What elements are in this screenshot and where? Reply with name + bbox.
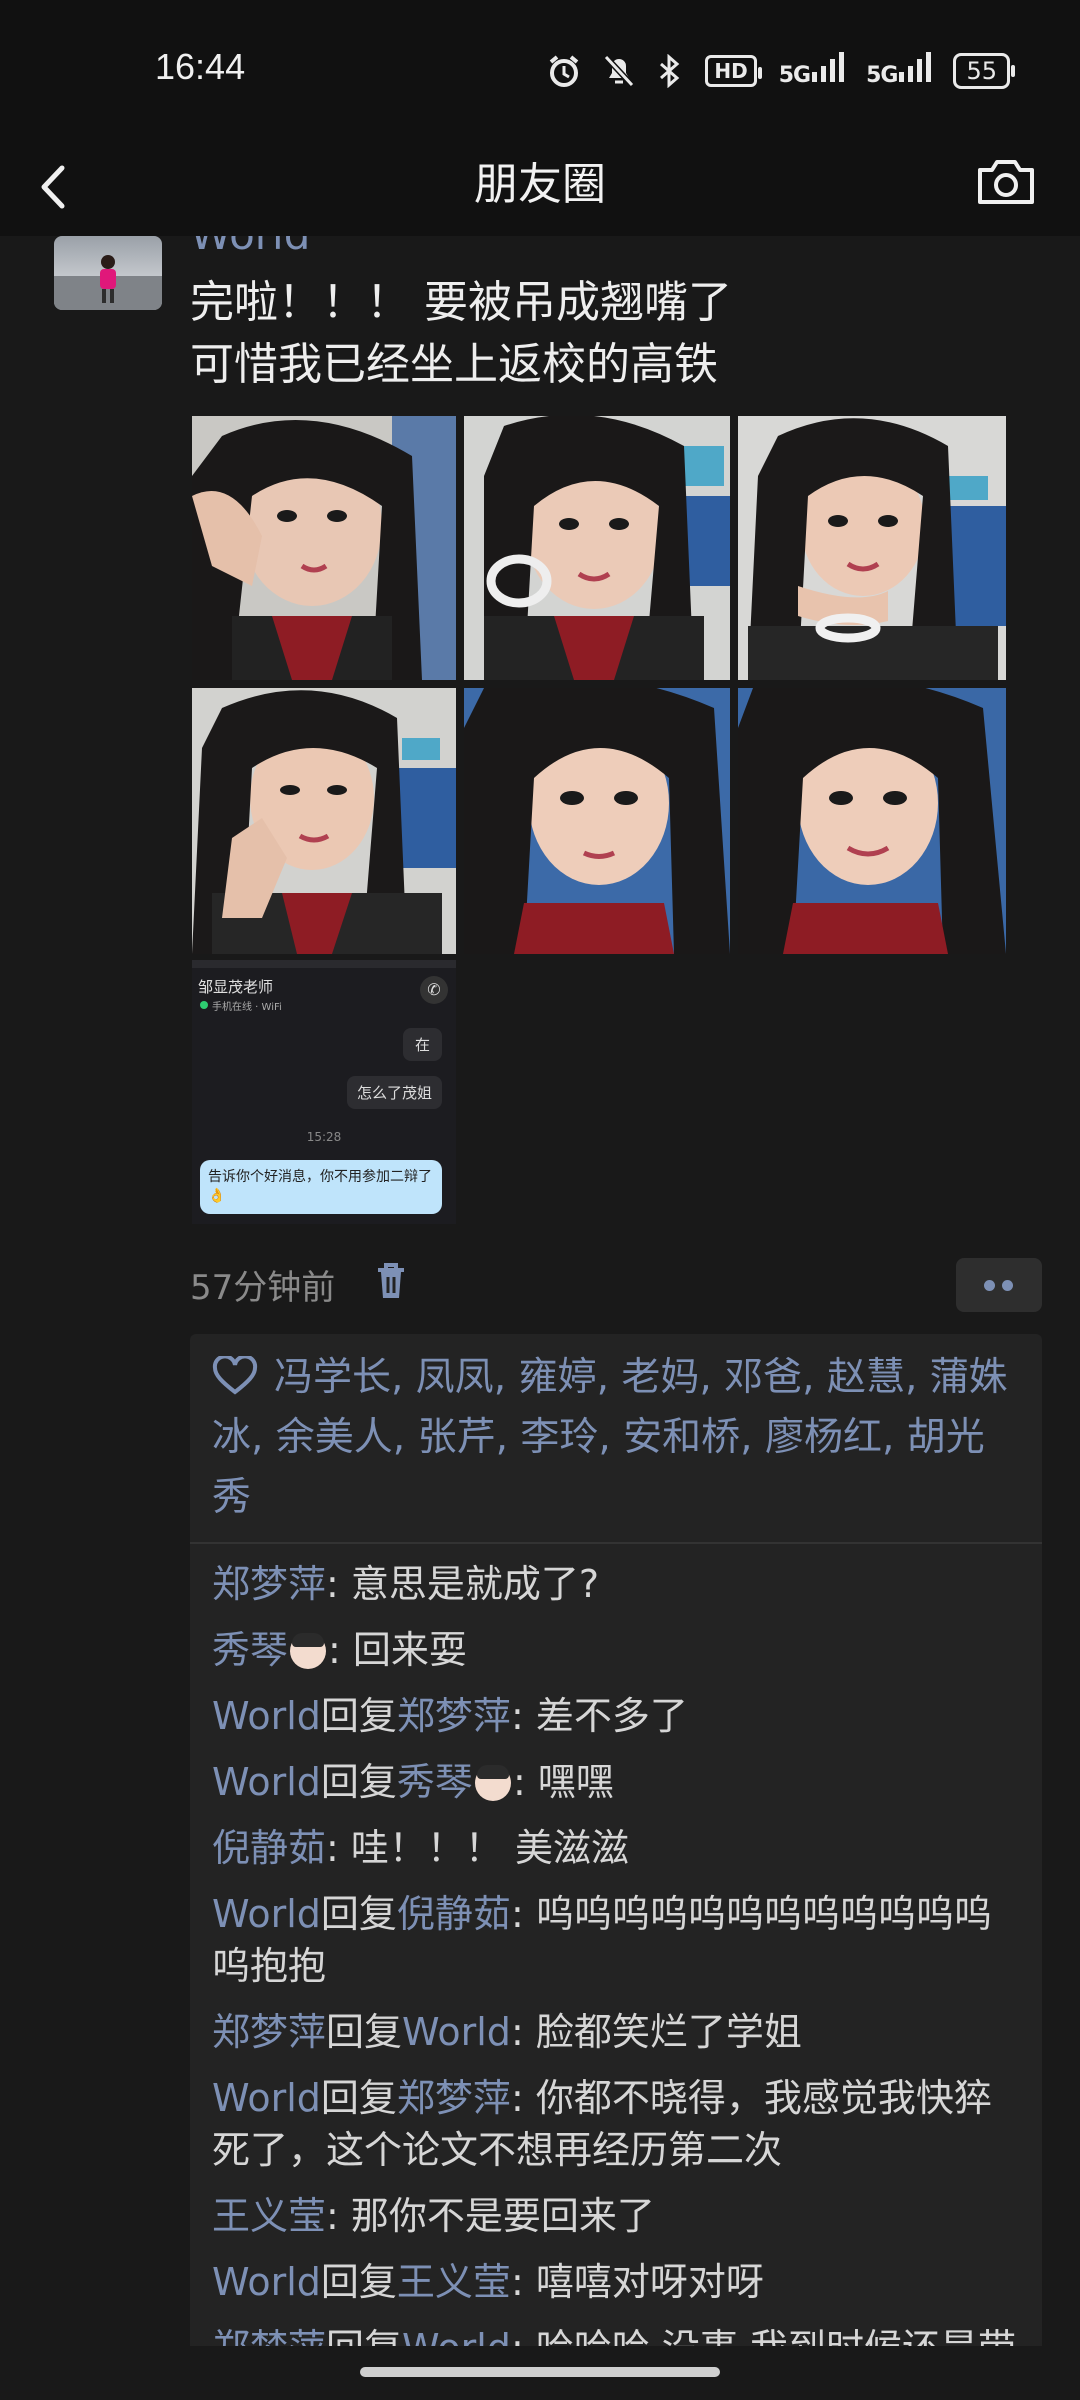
comment-text: : 脸都笑烂了学姐 [510, 2010, 802, 2054]
reply-target[interactable]: 倪静茹 [397, 1892, 511, 1936]
comment-author[interactable]: 倪静茹 [212, 1826, 326, 1870]
reply-word: 回复 [320, 1694, 397, 1738]
reply-word: 回复 [326, 2326, 402, 2346]
chat-screenshot-photo[interactable]: 邹显茂老师 手机在线 · WiFi ✆ 在 怎么了茂姐 15:28 告诉你个好消… [192, 960, 456, 1224]
comment-text: : 嘿嘿 [512, 1760, 614, 1804]
girl-emoji-icon [474, 1765, 511, 1801]
comment-author[interactable]: World [212, 2260, 321, 2304]
comments-list: 郑梦萍: 意思是就成了? 秀琴: 回来耍 World回复郑梦萍: 差不多了 World… [190, 1544, 1042, 2346]
comment-text: : 意思是就成了? [326, 1562, 600, 1606]
reply-target[interactable]: 王义莹 [397, 2260, 511, 2304]
chat-phone-icon: ✆ [420, 976, 448, 1004]
signal-5g-1: 5G [779, 52, 845, 89]
comment-item[interactable]: World回复王义莹: 嘻嘻对呀对呀 [212, 2256, 1020, 2308]
chat-contact-name: 邹显茂老师 [198, 978, 274, 996]
bluetooth-icon [660, 53, 680, 88]
camera-icon[interactable] [974, 148, 1038, 218]
home-indicator[interactable] [360, 2367, 720, 2377]
comment-item[interactable]: 秀琴 : 回来耍 [212, 1624, 1020, 1676]
status-bar: 16:44 HD 5G 5G 55 [0, 0, 1080, 140]
mute-icon [604, 54, 635, 87]
status-time: 16:44 [155, 46, 246, 87]
comment-item[interactable]: World回复倪静茹: 呜呜呜呜呜呜呜呜呜呜呜呜呜抱抱 [212, 1888, 1020, 1992]
reply-word: 回复 [326, 2010, 403, 2054]
post-time: 57分钟前 [190, 1268, 336, 1308]
chat-bubble-3: 告诉你个好消息，你不用参加二辩了👌 [200, 1160, 442, 1214]
girl-emoji-icon [290, 1633, 327, 1669]
likes-comments-panel: 冯学长, 凤凤, 雍婷, 老妈, 邓爸, 赵慧, 蒲姝冰, 余美人, 张芹, 李… [190, 1334, 1042, 2346]
chat-contact-status: 手机在线 · WiFi [212, 1002, 282, 1013]
comment-text: : 差不多了 [510, 1694, 688, 1738]
comment-author[interactable]: 秀琴 [212, 1628, 288, 1672]
reply-target[interactable]: 郑梦萍 [397, 1694, 511, 1738]
comment-author[interactable]: World [212, 2076, 321, 2120]
comment-item[interactable]: 王义莹: 那你不是要回来了 [212, 2190, 1020, 2242]
selfie-photo-1[interactable] [192, 416, 456, 680]
comment-item[interactable]: World回复秀琴 : 嘿嘿 [212, 1756, 1020, 1808]
selfie-photo-6[interactable] [738, 688, 1006, 954]
likes-row: 冯学长, 凤凤, 雍婷, 老妈, 邓爸, 赵慧, 蒲姝冰, 余美人, 张芹, 李… [190, 1334, 1042, 1544]
moments-feed: World 完啦！！！ 要被吊成翘嘴了 可惜我已经坐上返校的高铁 邹显茂老师 手… [0, 236, 1080, 2346]
comment-author[interactable]: 王义莹 [212, 2194, 326, 2238]
heart-icon [212, 1356, 258, 1395]
reply-target[interactable]: World [402, 2010, 511, 2054]
comment-author[interactable]: World [212, 1892, 321, 1936]
selfie-photo-2[interactable] [464, 416, 730, 680]
reply-word: 回复 [320, 2260, 397, 2304]
comment-item[interactable]: 倪静茹: 哇！！！ 美滋滋 [212, 1822, 1020, 1874]
comment-item[interactable]: World回复郑梦萍: 差不多了 [212, 1690, 1020, 1742]
comment-item[interactable]: World回复郑梦萍: 你都不晓得，我感觉我快猝死了，这个论文不想再经历第二次 [212, 2072, 1020, 2176]
likes-names[interactable]: 冯学长, 凤凤, 雍婷, 老妈, 邓爸, 赵慧, 蒲姝冰, 余美人, 张芹, 李… [212, 1355, 1008, 1520]
selfie-photo-5[interactable] [464, 688, 730, 954]
post-author[interactable]: World [190, 236, 310, 259]
comment-text: : 嘻嘻对呀对呀 [510, 2260, 764, 2304]
post-text: 完啦！！！ 要被吊成翘嘴了 可惜我已经坐上返校的高铁 [190, 277, 732, 390]
chat-online-dot [200, 1001, 208, 1009]
comment-item[interactable]: 郑梦萍: 意思是就成了? [212, 1558, 1020, 1610]
chat-bubble-2: 怎么了茂姐 [346, 1076, 442, 1109]
nav-bar: 朋友圈 [0, 140, 1080, 236]
page-title: 朋友圈 [474, 159, 606, 210]
comment-text: : 那你不是要回来了 [326, 2194, 655, 2238]
status-icons: HD 5G 5G 55 [547, 52, 1015, 89]
reply-target[interactable]: 郑梦萍 [397, 2076, 511, 2120]
selfie-photo-3[interactable] [738, 416, 1006, 680]
comment-author[interactable]: 郑梦萍 [212, 2010, 326, 2054]
comment-author[interactable]: 郑梦萍 [212, 2326, 326, 2346]
selfie-photo-4[interactable] [192, 688, 456, 954]
delete-icon[interactable] [374, 1260, 408, 1302]
chat-timestamp: 15:28 [306, 1130, 342, 1144]
comment-text: : 哈哈哈 没事 我到时候还是带 [511, 2326, 1016, 2346]
reply-target[interactable]: 秀琴 [397, 1760, 473, 1804]
chat-bubble-1: 在 [402, 1028, 442, 1061]
alarm-icon [550, 54, 579, 87]
comment-author[interactable]: World [212, 1760, 321, 1804]
signal-5g-2: 5G [866, 52, 932, 89]
comment-item[interactable]: 郑梦萍回复World: 脸都笑烂了学姐 [212, 2006, 1020, 2058]
comment-author[interactable]: 郑梦萍 [212, 1562, 326, 1606]
avatar[interactable] [54, 236, 162, 310]
comment-text: : 哇！！！ 美滋滋 [326, 1826, 629, 1870]
comment-author[interactable]: World [212, 1694, 321, 1738]
hd-icon: HD [705, 54, 763, 87]
reply-word: 回复 [320, 1760, 397, 1804]
comment-text: : 回来耍 [328, 1628, 467, 1672]
battery-indicator: 55 [953, 52, 1015, 89]
reply-word: 回复 [320, 1892, 397, 1936]
comment-item[interactable]: 郑梦萍回复World: 哈哈哈 没事 我到时候还是带 [212, 2322, 1020, 2346]
reply-word: 回复 [320, 2076, 397, 2120]
more-actions-button[interactable] [956, 1258, 1042, 1312]
reply-target[interactable]: World [402, 2326, 511, 2346]
